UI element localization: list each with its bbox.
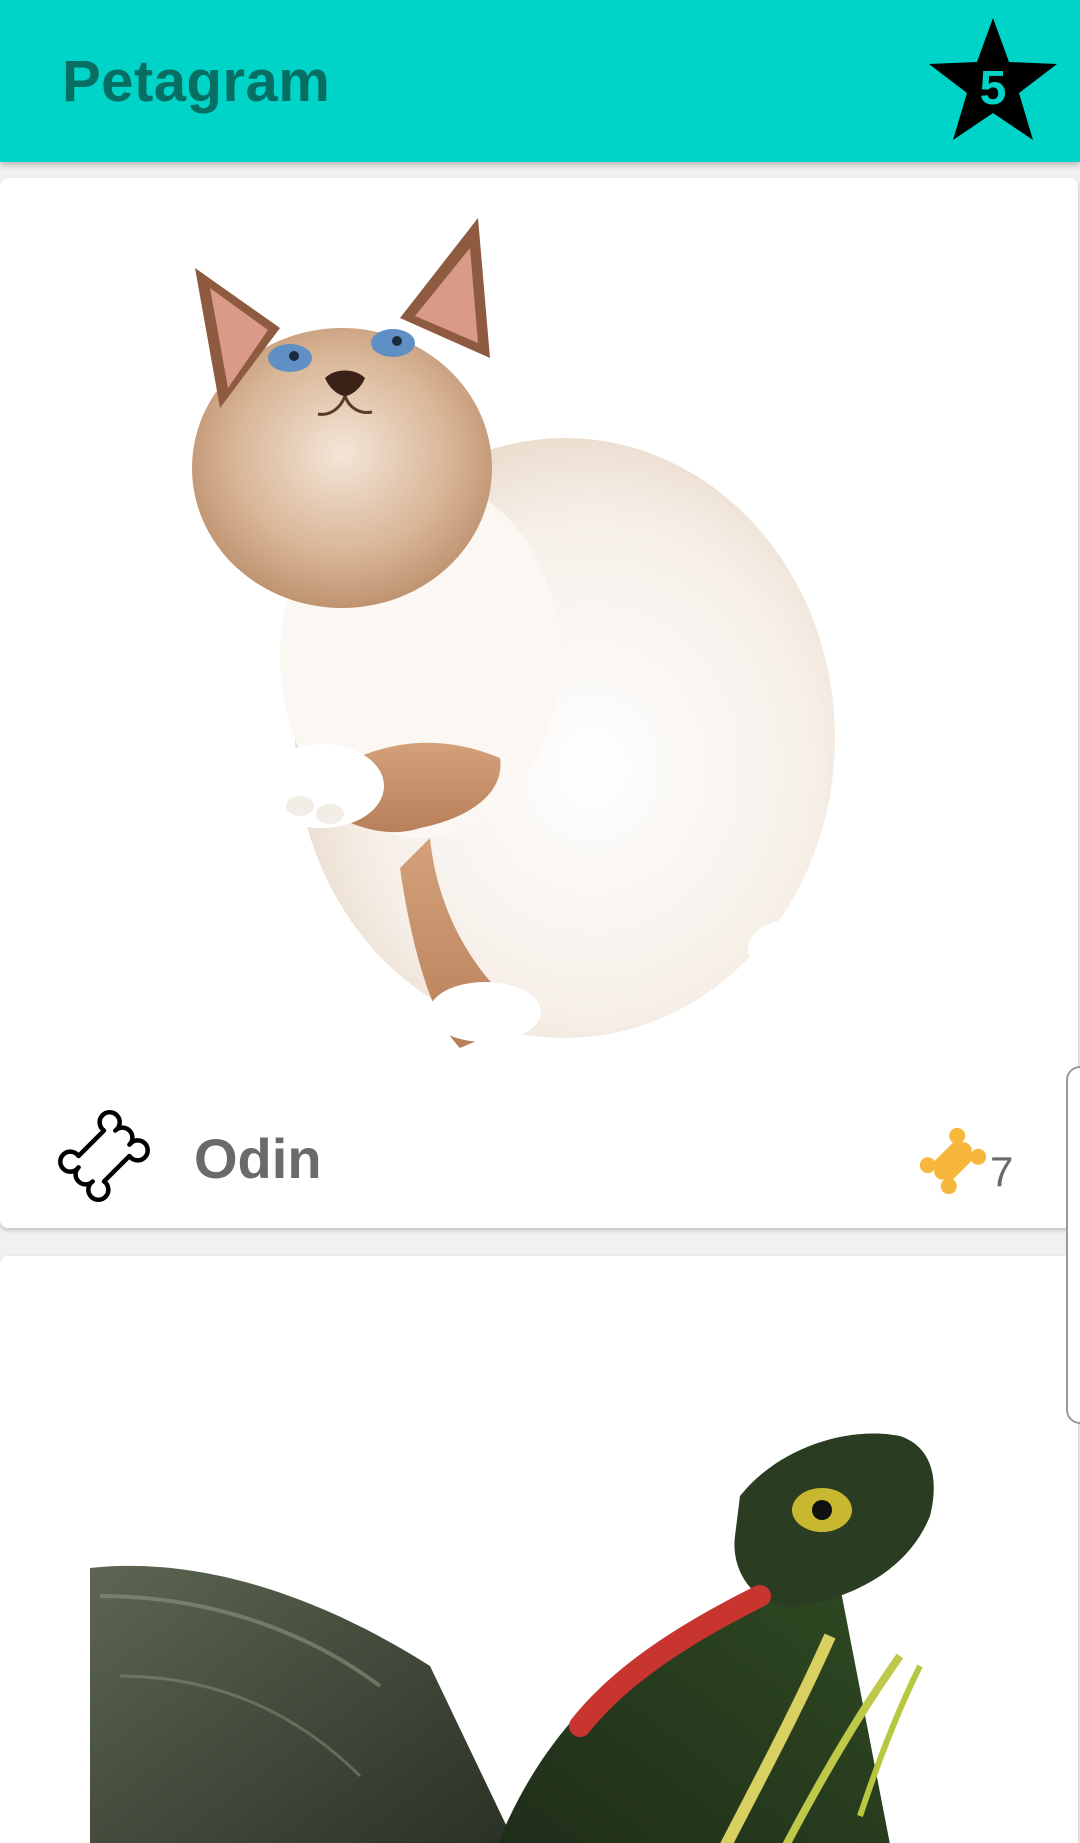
pet-photo-kitten: [0, 178, 1078, 1067]
pet-card: [0, 1256, 1078, 1843]
app-title: Petagram: [62, 49, 331, 114]
pet-card: Odin 7: [0, 178, 1078, 1228]
scroll-handle[interactable]: [1066, 1066, 1080, 1424]
kitten-image: [192, 218, 852, 1048]
pet-photo-turtle: [0, 1256, 1078, 1843]
favorites-count: 5: [979, 62, 1007, 115]
favorites-star-button[interactable]: 5: [926, 16, 1060, 144]
like-count: 7: [990, 1148, 1014, 1195]
turtle-image: [90, 1433, 934, 1843]
like-button[interactable]: [56, 1108, 152, 1204]
pet-card-footer: Odin 7: [0, 1062, 1078, 1228]
bone-filled-icon: [920, 1128, 986, 1194]
pet-name: Odin: [194, 1127, 322, 1190]
app-bar: Petagram 5: [0, 0, 1080, 162]
bone-outline-icon: [58, 1110, 150, 1202]
pet-feed[interactable]: Odin 7: [0, 162, 1080, 1843]
